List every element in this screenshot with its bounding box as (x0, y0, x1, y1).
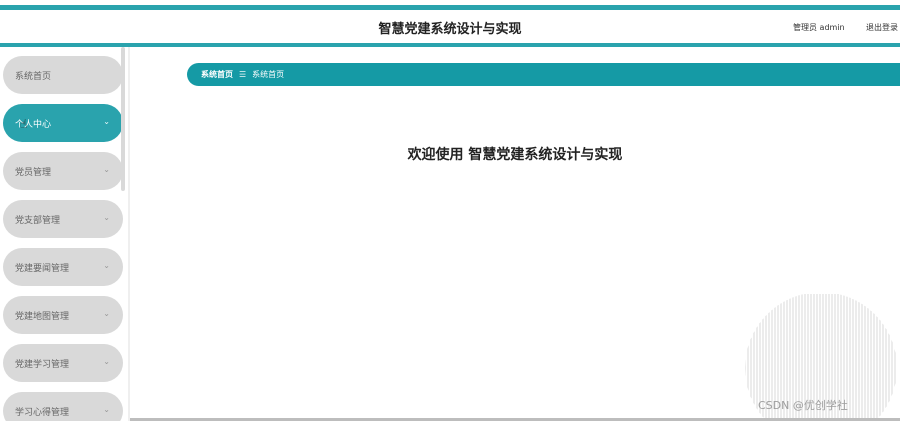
current-user-label: 管理员 admin (793, 23, 845, 32)
breadcrumb-current[interactable]: 系统首页 (252, 69, 284, 80)
breadcrumb: 系统首页 ☰ 系统首页 (187, 63, 900, 86)
app-title: 智慧党建系统设计与实现 (378, 22, 522, 37)
header: 智慧党建系统设计与实现 管理员 admin 退出登录 (0, 10, 900, 43)
sidebar-item-label: 党建要闻管理 (15, 263, 70, 274)
sidebar-item-label: 党建地图管理 (15, 311, 70, 322)
breadcrumb-separator-icon: ☰ (239, 70, 247, 79)
chevron-down-icon: ⌄ (103, 357, 110, 366)
chevron-down-icon: ⌄ (103, 261, 110, 270)
breadcrumb-home-link[interactable]: 系统首页 (201, 69, 233, 80)
hand-cursor-icon: ☝ (20, 117, 28, 131)
chevron-down-icon: ⌄ (103, 213, 110, 222)
sidebar-item-label: 党建学习管理 (15, 359, 70, 370)
sidebar: 系统首页 个人中心 ⌄ 党员管理 ⌄ 党支部管理 ⌄ 党建要闻管理 ⌄ 党建地图… (0, 47, 128, 421)
sidebar-item-label: 党员管理 (15, 167, 52, 178)
sidebar-item-branches[interactable]: 党支部管理 ⌄ (3, 200, 123, 238)
header-bottom-stripe (0, 43, 900, 47)
content-divider (128, 47, 130, 421)
chevron-down-icon: ⌄ (103, 309, 110, 318)
chevron-down-icon: ⌄ (103, 165, 110, 174)
chevron-down-icon: ⌄ (103, 117, 110, 126)
watermark-text: CSDN @优创学社 (758, 399, 848, 412)
sidebar-item-reflections[interactable]: 学习心得管理 ⌄ (3, 392, 123, 421)
sidebar-item-label: 学习心得管理 (15, 407, 70, 418)
sidebar-scrollbar[interactable] (121, 47, 125, 191)
sidebar-item-map[interactable]: 党建地图管理 ⌄ (3, 296, 123, 334)
sidebar-item-news[interactable]: 党建要闻管理 ⌄ (3, 248, 123, 286)
sidebar-item-home[interactable]: 系统首页 (3, 56, 123, 94)
sidebar-item-members[interactable]: 党员管理 ⌄ (3, 152, 123, 190)
sidebar-item-label: 系统首页 (15, 71, 52, 82)
sidebar-item-label: 党支部管理 (15, 215, 61, 226)
sidebar-item-study[interactable]: 党建学习管理 ⌄ (3, 344, 123, 382)
welcome-message: 欢迎使用 智慧党建系统设计与实现 (407, 147, 623, 163)
chevron-down-icon: ⌄ (103, 405, 110, 414)
logout-link[interactable]: 退出登录 (866, 22, 898, 33)
